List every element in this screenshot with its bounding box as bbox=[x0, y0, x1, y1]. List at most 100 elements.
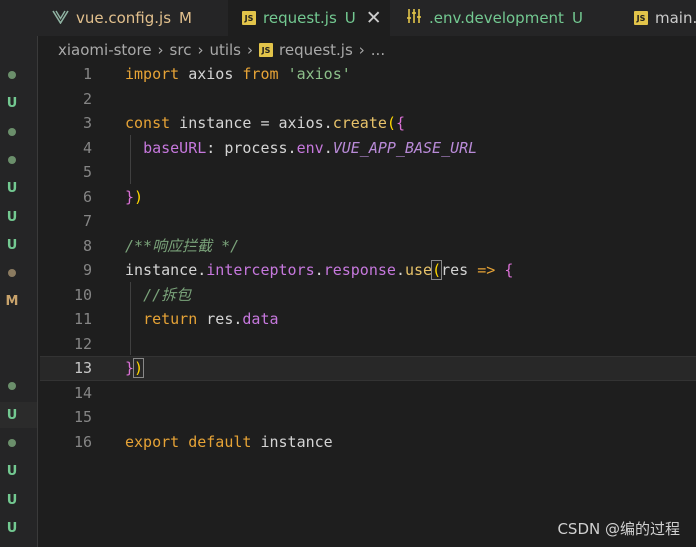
code-line[interactable]: 5 bbox=[40, 160, 696, 185]
line-number: 11 bbox=[73, 310, 92, 328]
code-text: baseURL: process.env.VUE_APP_BASE_URL bbox=[125, 136, 477, 161]
code-line[interactable]: 4 baseURL: process.env.VUE_APP_BASE_URL bbox=[40, 136, 696, 161]
code-token: . bbox=[314, 261, 324, 279]
code-token: ( bbox=[431, 260, 443, 280]
tab-request-js[interactable]: JS request.js U ✕ bbox=[228, 0, 390, 36]
line-number: 13 bbox=[73, 359, 92, 377]
code-token: env bbox=[296, 138, 324, 157]
scm-status-letter[interactable]: M bbox=[0, 294, 24, 309]
code-line[interactable]: 10 //拆包 bbox=[40, 283, 696, 308]
code-line[interactable]: 1 import axios from 'axios' bbox=[40, 62, 696, 87]
code-line[interactable]: 6}) bbox=[40, 185, 696, 210]
code-token: res. bbox=[197, 310, 243, 328]
env-file-icon bbox=[406, 8, 422, 28]
code-token: { bbox=[395, 114, 405, 132]
code-text: }) bbox=[125, 185, 143, 210]
scm-status-letter[interactable]: U bbox=[0, 408, 24, 423]
code-token: create bbox=[332, 114, 387, 132]
code-token: . bbox=[395, 261, 405, 279]
code-line[interactable]: 9 instance.interceptors.response.use(res … bbox=[40, 258, 696, 283]
code-token: import bbox=[125, 65, 180, 83]
code-token: { bbox=[504, 261, 514, 279]
line-number: 6 bbox=[82, 187, 92, 206]
breadcrumb-item-utils[interactable]: utils bbox=[209, 41, 241, 59]
code-line[interactable]: 11 return res.data bbox=[40, 307, 696, 332]
tab-status-badge: M bbox=[179, 9, 192, 27]
breadcrumb-item-src[interactable]: src bbox=[170, 41, 192, 59]
code-line[interactable]: 8 /**响应拦截 */ bbox=[40, 234, 696, 259]
tab-env-development[interactable]: .env.development U bbox=[406, 0, 616, 36]
code-token: interceptors bbox=[206, 261, 315, 279]
code-token: } bbox=[125, 187, 135, 206]
scm-status-letter[interactable]: U bbox=[0, 96, 24, 111]
line-number: 8 bbox=[82, 236, 92, 255]
dot-icon bbox=[8, 155, 16, 164]
breadcrumb-item-ellipsis[interactable]: ... bbox=[371, 41, 385, 59]
line-number: 5 bbox=[82, 163, 92, 181]
js-file-icon: JS bbox=[634, 11, 648, 25]
code-line[interactable]: 12 bbox=[40, 332, 696, 357]
code-token: VUE_APP_BASE_URL bbox=[332, 138, 478, 157]
code-text: const instance = axios.create({ bbox=[125, 111, 405, 136]
code-token: ) bbox=[133, 358, 145, 378]
scm-status-letter[interactable]: U bbox=[0, 464, 24, 479]
code-text: }) bbox=[125, 357, 145, 380]
code-line[interactable]: 3 const instance = axios.create({ bbox=[40, 111, 696, 136]
code-text: import axios from 'axios' bbox=[125, 62, 351, 87]
scm-modified-dot-icon[interactable] bbox=[0, 436, 24, 451]
scm-status-letter[interactable]: U bbox=[0, 493, 24, 508]
tab-main-js[interactable]: JS main.js bbox=[634, 0, 696, 36]
close-icon[interactable]: ✕ bbox=[366, 7, 382, 29]
code-line[interactable]: 7 bbox=[40, 209, 696, 234]
scm-modified-dot-icon[interactable] bbox=[0, 266, 24, 281]
code-token: export bbox=[125, 432, 180, 451]
code-token: //拆包 bbox=[143, 285, 192, 304]
chevron-right-icon: › bbox=[157, 41, 164, 59]
scm-modified-dot-icon[interactable] bbox=[0, 125, 24, 140]
line-number: 3 bbox=[82, 114, 92, 132]
code-text: instance.interceptors.response.use(res =… bbox=[125, 258, 513, 283]
tab-vue-config[interactable]: vue.config.js M bbox=[52, 0, 224, 36]
scm-modified-dot-icon[interactable] bbox=[0, 379, 24, 394]
scm-modified-dot-icon[interactable] bbox=[0, 153, 24, 168]
code-token: response bbox=[323, 261, 396, 279]
tab-label: .env.development bbox=[429, 9, 564, 27]
breadcrumb-item-request-js[interactable]: request.js bbox=[279, 41, 353, 59]
js-file-icon: JS bbox=[242, 11, 256, 25]
breadcrumb: xiaomi-store › src › utils › JS request.… bbox=[58, 40, 385, 60]
js-file-icon: JS bbox=[259, 43, 273, 57]
breadcrumb-item-xiaomi-store[interactable]: xiaomi-store bbox=[58, 41, 152, 59]
code-token: => bbox=[477, 261, 496, 279]
code-token: instance bbox=[251, 432, 333, 451]
scm-status-letter[interactable]: U bbox=[0, 210, 24, 225]
dot-icon bbox=[8, 71, 16, 79]
code-line[interactable]: 2 bbox=[40, 87, 696, 112]
code-token: . bbox=[323, 138, 333, 157]
chevron-right-icon: › bbox=[358, 41, 365, 59]
line-number: 12 bbox=[73, 334, 92, 353]
code-text: //拆包 bbox=[125, 283, 191, 308]
tab-label: main.js bbox=[655, 9, 696, 27]
scm-status-letter[interactable]: U bbox=[0, 521, 24, 536]
code-token: baseURL bbox=[143, 138, 207, 157]
tab-status-badge: U bbox=[571, 9, 583, 27]
line-number: 15 bbox=[73, 408, 92, 426]
scm-status-letter[interactable]: U bbox=[0, 181, 24, 196]
dot-icon bbox=[8, 382, 16, 391]
code-line[interactable]: 14 bbox=[40, 381, 696, 406]
code-token: /**响应拦截 */ bbox=[125, 236, 240, 255]
scm-modified-dot-icon[interactable] bbox=[0, 68, 24, 83]
code-text: export default instance bbox=[125, 430, 333, 455]
code-line[interactable]: 13}) bbox=[40, 356, 696, 381]
code-line[interactable]: 16 export default instance bbox=[40, 430, 696, 455]
scm-status-letter[interactable]: U bbox=[0, 238, 24, 253]
code-line[interactable]: 15 bbox=[40, 405, 696, 430]
line-number: 1 bbox=[82, 65, 92, 83]
code-token: from bbox=[242, 65, 279, 83]
tab-label: request.js bbox=[263, 9, 337, 27]
code-token: ( bbox=[386, 114, 396, 132]
